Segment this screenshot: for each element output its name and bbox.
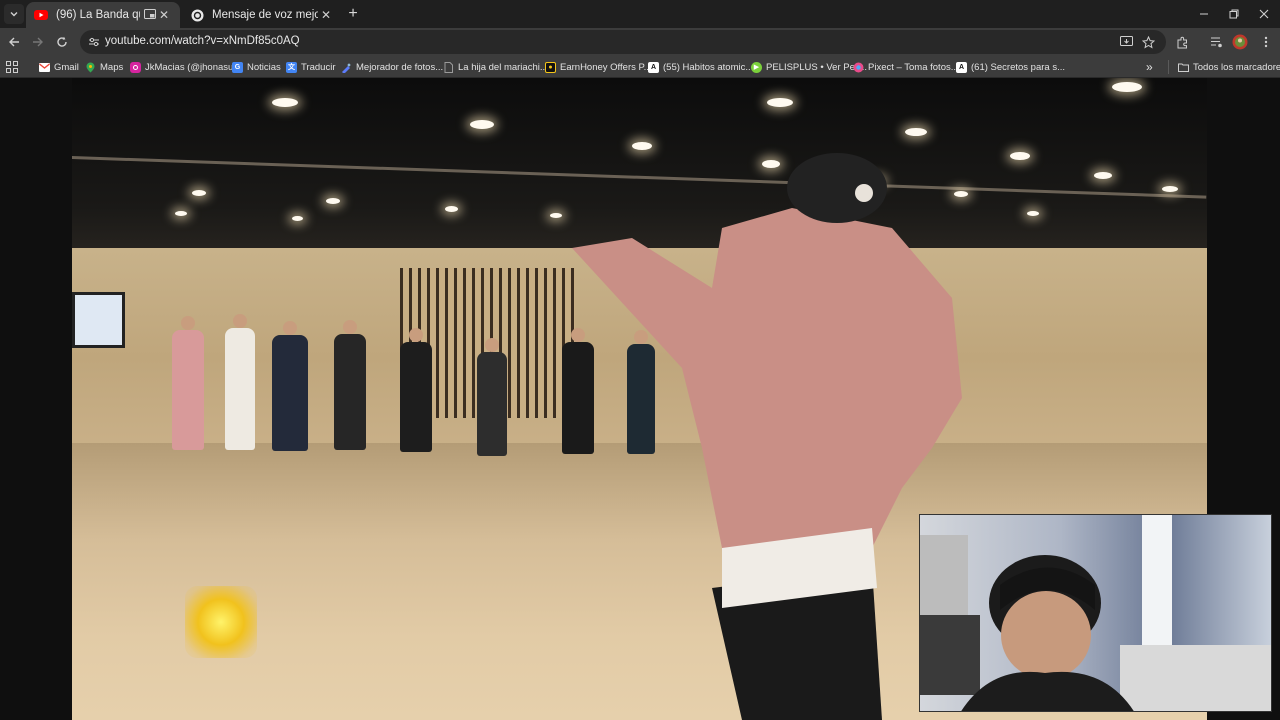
video-light [292, 216, 303, 221]
bookmarks-bar: Gmail Maps JkMacias (@jhonasu... G Notic… [0, 56, 1280, 78]
bookmarks-divider [1168, 60, 1169, 74]
video-light [272, 98, 298, 107]
bookmark-news[interactable]: G Noticias [232, 59, 281, 75]
bookmark-habitos[interactable]: A (55) Habitos atomic... [648, 59, 753, 75]
gmail-icon [39, 62, 50, 73]
video-light [767, 98, 793, 107]
video-dancer [172, 316, 204, 450]
bookmarks-overflow-button[interactable]: » [1146, 59, 1153, 75]
video-light [1010, 152, 1030, 160]
pixect-icon [853, 62, 864, 73]
url-text: youtube.com/watch?v=xNmDf85c0AQ [105, 35, 300, 47]
tab-title: (96) La Banda que LOGRÓ l [56, 9, 140, 21]
install-app-icon[interactable] [1118, 34, 1134, 50]
video-light [905, 128, 927, 136]
bookmark-photo-enhancer[interactable]: Mejorador de fotos... [341, 59, 443, 75]
menu-button[interactable] [1256, 32, 1276, 52]
video-dancer [272, 321, 308, 451]
bookmark-earnhoney[interactable]: ● EarnHoney Offers P... [545, 59, 652, 75]
tab-strip: (96) La Banda que LOGRÓ l ✕ Mensaje de v… [0, 0, 1280, 28]
kebab-menu-icon [1264, 36, 1268, 48]
bookmark-pixect[interactable]: Pixect – Toma fotos... [853, 59, 959, 75]
close-window-button[interactable] [1248, 0, 1280, 28]
reload-icon [57, 36, 67, 47]
video-dancer [334, 320, 366, 450]
video-light [470, 120, 494, 129]
video-light [1162, 186, 1178, 192]
generic-page-icon [443, 61, 454, 73]
webcam-person [920, 515, 1271, 711]
forward-button[interactable] [28, 32, 48, 52]
close-tab-icon[interactable]: ✕ [318, 7, 334, 23]
bookmark-secretos[interactable]: A (61) Secretos para s... [956, 59, 1065, 75]
media-controls-button[interactable] [1206, 32, 1226, 52]
bookmark-pelisplus[interactable]: ▶ PELISPLUS • Ver Peli... [751, 59, 867, 75]
tab-chatgpt[interactable]: Mensaje de voz mejorado ✕ [182, 2, 342, 28]
photo-enhancer-icon [341, 62, 352, 73]
reload-button[interactable] [52, 32, 72, 52]
video-light [1027, 211, 1039, 216]
translate-icon: 文 [286, 61, 297, 73]
video-monitor [72, 292, 125, 348]
news-icon: G [232, 61, 243, 73]
video-light [1094, 172, 1112, 179]
close-tab-icon[interactable]: ✕ [156, 7, 172, 23]
close-icon [1259, 9, 1269, 19]
arrow-left-icon [9, 37, 19, 47]
restore-icon [1229, 9, 1239, 19]
video-light [1112, 82, 1142, 92]
page-content [0, 78, 1280, 720]
bookmark-maps[interactable]: Maps [85, 59, 123, 75]
picture-in-picture-icon [144, 8, 156, 22]
webcam-overlay [919, 514, 1272, 712]
chevron-down-icon [10, 12, 18, 17]
video-dancer [225, 314, 255, 450]
video-light [445, 206, 458, 212]
instagram-icon [130, 61, 141, 73]
video-light [550, 213, 562, 218]
media-queue-icon [1210, 37, 1222, 48]
bookmark-gmail[interactable]: Gmail [39, 59, 79, 75]
apps-button[interactable] [6, 59, 18, 75]
restore-button[interactable] [1218, 0, 1250, 28]
arrow-right-icon [33, 37, 43, 47]
extensions-button[interactable] [1172, 32, 1192, 52]
minimize-icon [1200, 13, 1208, 15]
bookmark-mariachi[interactable]: La hija del mariachi... [443, 59, 548, 75]
earnhoney-icon: ● [545, 61, 556, 73]
apps-grid-icon [6, 61, 18, 73]
browser-toolbar: youtube.com/watch?v=xNmDf85c0AQ [0, 28, 1280, 56]
bookmark-a-icon: A [956, 61, 967, 73]
new-tab-button[interactable]: + [343, 4, 363, 24]
tab-search-button[interactable] [4, 4, 24, 24]
video-blurred-logo [185, 586, 257, 658]
video-dancer [400, 328, 432, 452]
site-info-icon[interactable] [86, 34, 102, 50]
chatgpt-icon [190, 8, 204, 22]
minimize-button[interactable] [1188, 0, 1220, 28]
all-bookmarks-button[interactable]: Todos los marcadores [1178, 59, 1280, 75]
address-bar[interactable]: youtube.com/watch?v=xNmDf85c0AQ [80, 30, 1166, 54]
youtube-icon [34, 8, 48, 22]
profile-avatar[interactable] [1230, 32, 1250, 52]
tab-title: Mensaje de voz mejorado [212, 9, 318, 21]
video-dancer [477, 338, 507, 456]
back-button[interactable] [4, 32, 24, 52]
video-light [175, 211, 187, 216]
pelisplus-icon: ▶ [751, 61, 762, 73]
video-light [326, 198, 340, 204]
avatar-icon [1232, 34, 1248, 50]
bookmark-star-icon[interactable] [1140, 34, 1156, 50]
puzzle-icon [1177, 36, 1187, 48]
maps-icon [85, 62, 96, 73]
tab-youtube[interactable]: (96) La Banda que LOGRÓ l ✕ [26, 2, 180, 28]
bookmark-translate[interactable]: 文 Traducir [286, 59, 336, 75]
folder-icon [1178, 62, 1189, 73]
bookmark-instagram[interactable]: JkMacias (@jhonasu... [130, 59, 241, 75]
bookmark-a-icon: A [648, 61, 659, 73]
video-light [192, 190, 206, 196]
